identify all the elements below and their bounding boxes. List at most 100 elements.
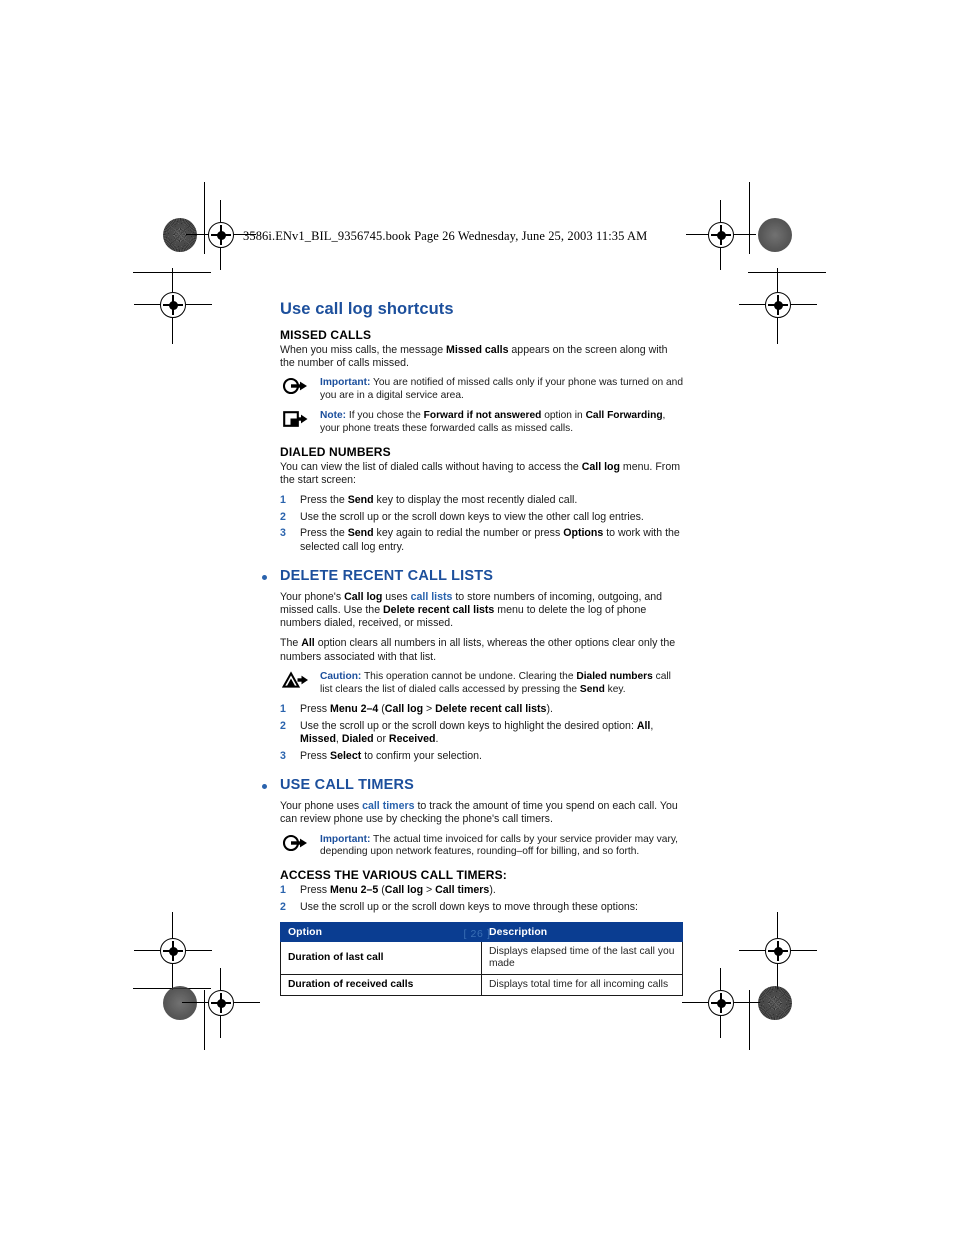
text-run: option clears all numbers in all lists, … <box>280 637 676 663</box>
text-run: This operation cannot be undone. Clearin… <box>361 670 577 682</box>
bold-run: All <box>636 720 651 733</box>
cross-reference-link[interactable]: call timers <box>362 800 414 812</box>
bold-run: Send <box>579 683 605 695</box>
table-row: Duration of received calls Displays total… <box>280 974 683 997</box>
table-cell-option: Duration of last call <box>280 941 482 976</box>
text-run: key to display the most recently dialed … <box>373 494 578 506</box>
section-heading-label: DELETE RECENT CALL LISTS <box>280 567 494 584</box>
registration-target-left-upper <box>134 268 212 344</box>
text-run: . <box>435 733 439 746</box>
subheading-missed-calls: MISSED CALLS <box>280 328 372 342</box>
cross-reference-link[interactable]: call lists <box>411 591 453 603</box>
note-label: Important: <box>320 833 371 845</box>
text-run: Press <box>300 703 331 716</box>
paragraph-delete-1: Your phone's Call log uses call lists to… <box>280 591 683 631</box>
registration-target-right-upper <box>739 268 817 344</box>
procedure-step: 1 Press Menu 2–4 (Call log > Delete recen… <box>280 703 683 716</box>
table-cell-option: Duration of received calls <box>280 974 482 997</box>
bold-run: Menu 2–4 <box>330 703 379 716</box>
text-run: option in <box>541 410 586 421</box>
table-body: Duration of last call Displays elapsed ti… <box>280 941 683 997</box>
paragraph-missed-calls: When you miss calls, the message Missed … <box>280 344 683 370</box>
step-number: 2 <box>280 900 286 913</box>
caution-note-delete: Caution: This operation cannot be undone… <box>280 671 683 697</box>
subheading-dialed-numbers: DIALED NUMBERS <box>280 444 391 459</box>
text-run: If you chose the <box>346 410 424 421</box>
procedure-step: 3 Press Select to confirm your selection. <box>280 750 683 763</box>
bold-run: Dialed numbers <box>576 670 653 682</box>
note-label: Note: <box>320 410 347 421</box>
text-run: or <box>373 733 389 746</box>
text-run: Press the <box>300 527 348 540</box>
important-note-missed-calls: Important: You are notified of missed ca… <box>280 377 683 403</box>
text-run: > <box>423 703 436 716</box>
procedure-step: 2 Use the scroll up or the scroll down ke… <box>280 720 683 746</box>
text-run: > <box>423 884 436 897</box>
page-title: Use call log shortcuts <box>280 300 454 318</box>
step-number: 2 <box>280 510 286 523</box>
step-number: 3 <box>280 527 286 540</box>
registration-target-bottom-right <box>682 968 760 1038</box>
step-number: 1 <box>280 703 286 716</box>
bold-run: Delete recent call lists <box>383 604 495 617</box>
registration-target-right-lower <box>739 912 817 990</box>
halftone-dot-top-right <box>758 218 792 252</box>
bold-run: Missed calls <box>446 344 509 356</box>
bold-run: Call log <box>344 590 383 603</box>
steps-access-call-timers: 1 Press Menu 2–5 (Call log > Call timers)… <box>258 884 683 914</box>
trim-line-top-right <box>748 272 826 274</box>
text-run: to confirm your selection. <box>361 750 482 763</box>
procedure-step: 3 Press the Send key again to redial the … <box>280 527 683 553</box>
note-text: You are notified of missed calls only if… <box>320 377 683 402</box>
bullet-icon <box>262 784 267 790</box>
bold-run: Missed <box>300 733 336 746</box>
bold-run: Menu 2–5 <box>330 884 379 897</box>
step-number: 3 <box>280 750 286 763</box>
bold-run: Send <box>347 527 374 540</box>
trim-line-vertical-bottom-left <box>204 990 206 1050</box>
bold-run: Call log <box>384 884 424 897</box>
text-run: When you miss calls, the message <box>280 344 447 356</box>
table-cell-description: Displays elapsed time of the last call y… <box>481 941 683 976</box>
text-run: uses <box>382 590 411 603</box>
text-run: Your phone's <box>280 590 345 603</box>
registration-target-bottom-left <box>182 968 260 1038</box>
note-text: The actual time invoiced for calls by yo… <box>320 833 679 858</box>
steps-delete-recent-call-lists: 1 Press Menu 2–4 (Call log > Delete recen… <box>258 703 683 763</box>
bold-run: Call timers <box>435 884 490 897</box>
paragraph-call-timers: Your phone uses call timers to track the… <box>280 800 683 826</box>
step-number: 1 <box>280 884 286 897</box>
text-run: Your phone uses <box>280 800 363 813</box>
important-circle-arrow-icon <box>282 834 310 854</box>
bold-run: Call Forwarding <box>585 410 663 421</box>
bold-run: Select <box>330 750 362 763</box>
text-run: Use the scroll up or the scroll down key… <box>300 720 637 733</box>
procedure-step: 1 Press Menu 2–5 (Call log > Call timers)… <box>280 884 683 897</box>
procedure-step: 2 Use the scroll up or the scroll down ke… <box>280 901 683 914</box>
bold-run: Dialed <box>341 733 374 746</box>
bold-run: Send <box>347 494 374 506</box>
header-rule-right <box>749 182 751 254</box>
text-run: Press the <box>300 494 348 506</box>
bold-run: Options <box>563 527 604 540</box>
halftone-dot-bottom-right <box>758 986 792 1020</box>
subheading-access-call-timers: ACCESS THE VARIOUS CALL TIMERS: <box>280 868 507 883</box>
step-number: 1 <box>280 494 286 506</box>
procedure-step: 2 Use the scroll up or the scroll down ke… <box>280 511 683 524</box>
caution-text: This operation cannot be undone. Clearin… <box>320 671 671 695</box>
bold-run: Received <box>388 733 436 746</box>
text-run: Press <box>300 884 331 897</box>
section-heading-label: USE CALL TIMERS <box>280 777 415 794</box>
steps-dialed-numbers: 1 Press the Send key to display the most … <box>258 494 683 554</box>
text-run: Use the scroll up or the scroll down key… <box>300 900 638 913</box>
paragraph-dialed-numbers: You can view the list of dialed calls wi… <box>280 461 683 487</box>
section-heading-use-call-timers: USE CALL TIMERS <box>258 777 683 793</box>
registration-target-left-lower <box>134 912 212 990</box>
page-content: Use call log shortcuts MISSED CALLS When… <box>258 300 683 997</box>
text-run: Press <box>300 750 331 763</box>
bold-run: All <box>301 637 315 650</box>
table-cell-description: Displays total time for all incoming cal… <box>481 974 683 997</box>
text-run: You can view the list of dialed calls wi… <box>280 460 582 473</box>
section-heading-delete-recent-call-lists: DELETE RECENT CALL LISTS <box>258 568 683 584</box>
step-number: 2 <box>280 720 286 733</box>
